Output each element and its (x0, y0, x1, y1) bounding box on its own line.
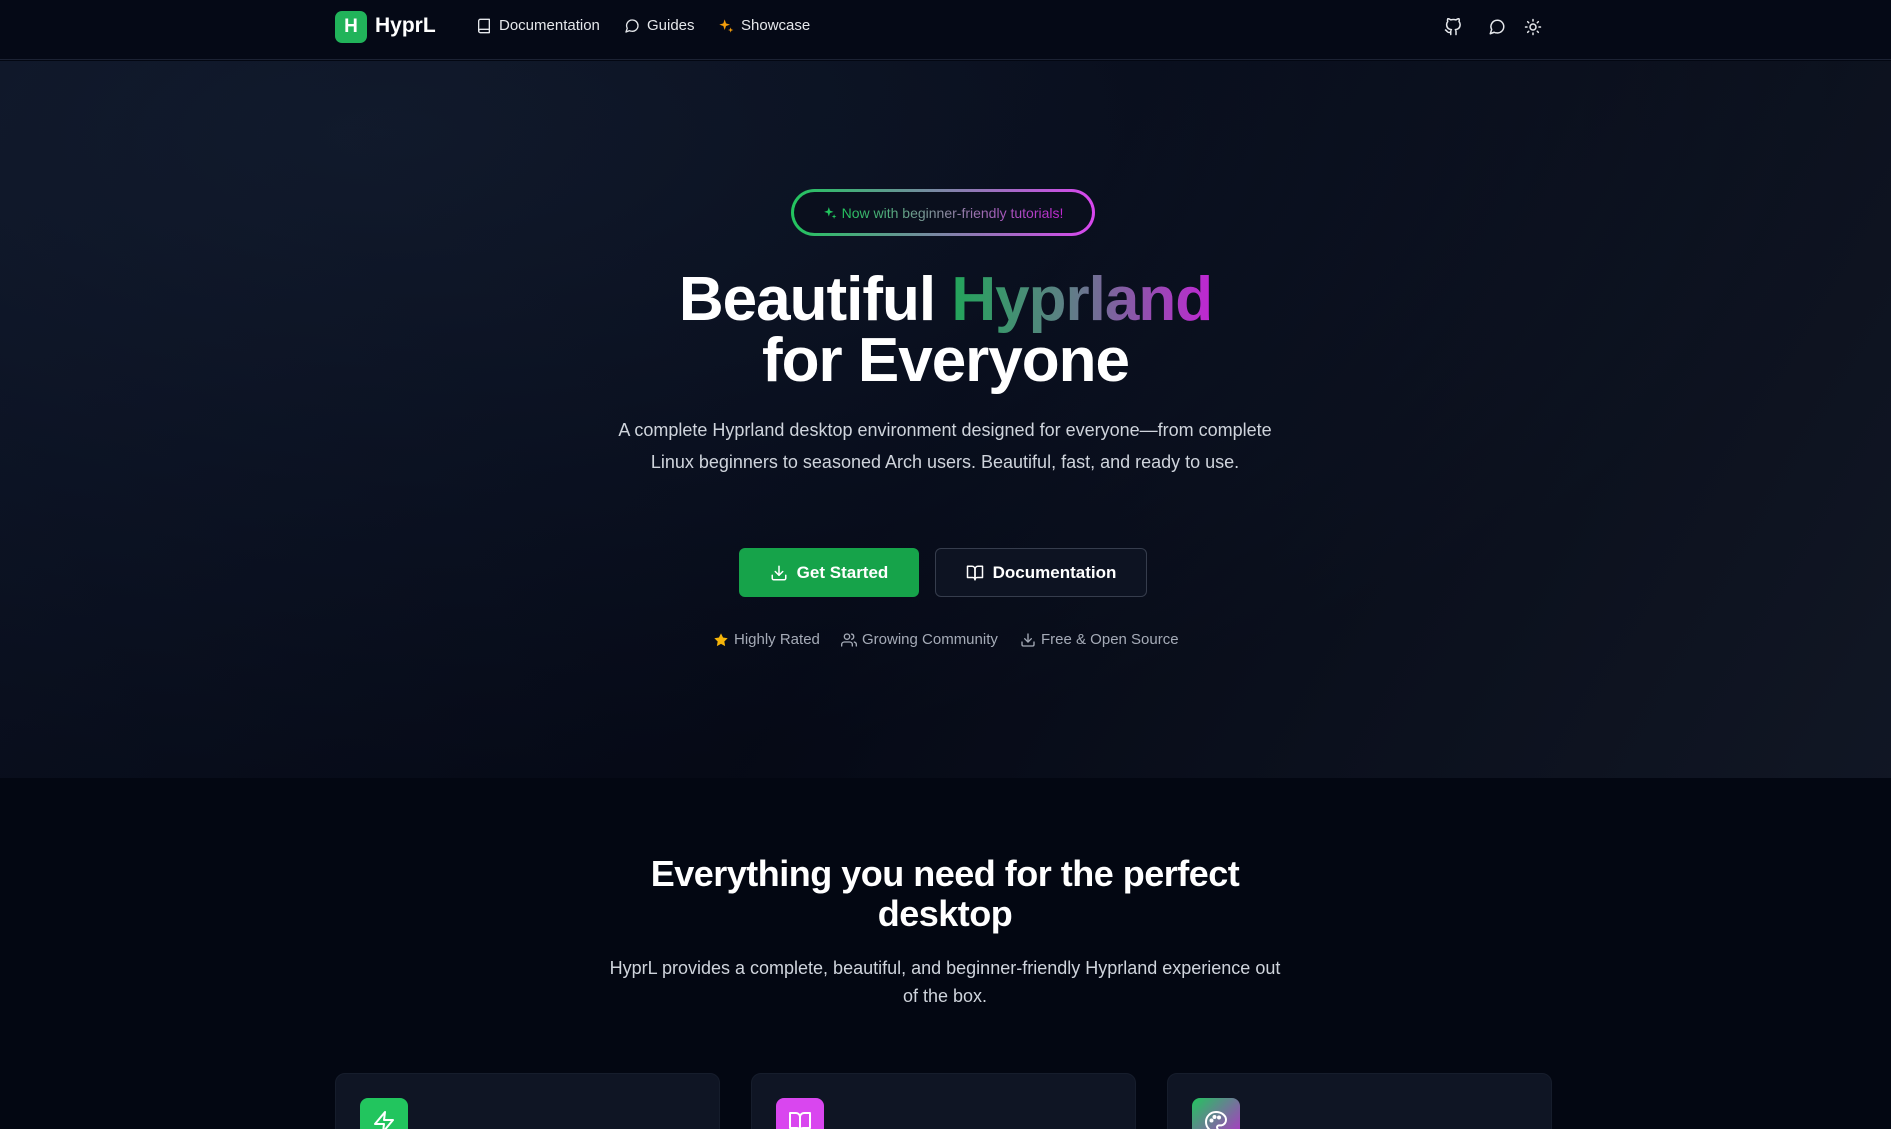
feature-card (751, 1073, 1136, 1129)
users-icon (841, 632, 857, 647)
nav-showcase[interactable]: Showcase (718, 17, 810, 34)
hero-title-line-2: for Everyone (761, 326, 1130, 395)
palette-icon (1192, 1098, 1240, 1129)
hero-title-highlight: Hyprland (951, 265, 1213, 334)
get-started-button[interactable]: Get Started (739, 548, 919, 597)
badge-text: Now with beginner-friendly tutorials! (841, 204, 1064, 221)
nav-showcase-label: Showcase (741, 17, 811, 34)
book-open-icon (966, 565, 983, 580)
sparkles-icon (823, 206, 837, 219)
brand-name[interactable]: HyprL (375, 14, 436, 38)
nav-documentation[interactable]: Documentation (476, 17, 600, 34)
download-icon (1021, 632, 1035, 647)
stat-highly-rated-label: Highly Rated (734, 631, 820, 648)
chat-icon[interactable] (1488, 18, 1506, 36)
feature-card (335, 1073, 720, 1129)
download-icon (771, 565, 787, 580)
lightning-icon (360, 1098, 408, 1129)
stat-open-source: Free & Open Source (1020, 631, 1179, 648)
hero-title-text: Beautiful (678, 265, 952, 334)
theme-toggle-icon[interactable] (1524, 18, 1542, 36)
github-icon[interactable] (1444, 17, 1462, 36)
book-closed-icon (478, 18, 490, 33)
nav-documentation-label: Documentation (499, 17, 600, 34)
book-icon (776, 1098, 824, 1129)
chat-bubble-icon (625, 18, 639, 33)
sparkles-icon (719, 18, 734, 33)
top-nav-bar: H HyprL Documentation Guides Showcase (0, 0, 1891, 60)
star-icon (714, 632, 728, 646)
features-description: HyprL provides a complete, beautiful, an… (609, 958, 1281, 1006)
stat-highly-rated: Highly Rated (713, 631, 820, 648)
hero-description: A complete Hyprland desktop environment … (618, 420, 1272, 472)
logo-icon[interactable]: H (335, 11, 367, 43)
announcement-badge[interactable]: Now with beginner-friendly tutorials! (791, 189, 1095, 236)
stat-open-source-label: Free & Open Source (1041, 631, 1179, 648)
feature-card (1167, 1073, 1552, 1129)
features-title: Everything you need for the perfect desk… (650, 853, 1240, 934)
get-started-label: Get Started (796, 562, 889, 582)
stat-community: Growing Community (841, 631, 998, 648)
nav-guides-label: Guides (647, 17, 695, 34)
stat-community-label: Growing Community (862, 631, 998, 648)
documentation-button[interactable]: Documentation (935, 548, 1147, 597)
nav-guides[interactable]: Guides (624, 17, 695, 34)
documentation-label: Documentation (992, 562, 1117, 582)
